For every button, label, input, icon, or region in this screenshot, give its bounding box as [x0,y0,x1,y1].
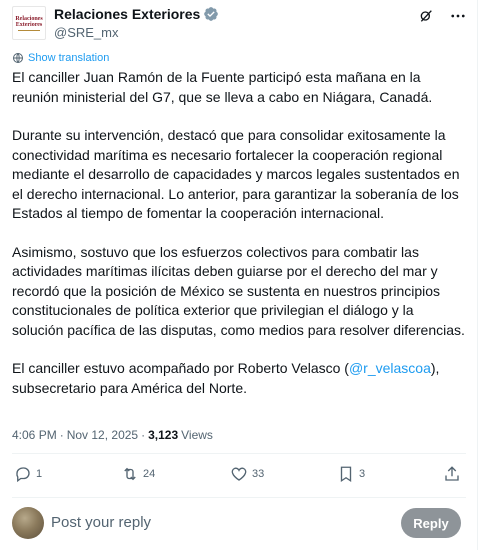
tweet-meta: 4:06 PM · Nov 12, 2025 · 3,123 Views [12,428,213,442]
heart-icon [231,467,247,481]
display-name[interactable]: Relaciones Exteriores [54,6,200,22]
author-info: Relaciones Exteriores @SRE_mx [54,4,219,42]
reply-button[interactable]: Reply [401,508,461,538]
tweet-paragraph-4: El canciller estuvo acompañado por Rober… [12,359,468,398]
bookmark-icon [340,466,352,483]
divider [12,497,466,498]
post-date[interactable]: Nov 12, 2025 [67,428,138,442]
account-logo[interactable]: Relaciones Exteriores [12,6,46,40]
views-label: Views [181,428,213,442]
bookmark-action[interactable]: 3 [337,465,365,483]
reply-count: 1 [36,468,43,480]
share-icon [445,466,459,481]
bookmark-count: 3 [359,468,366,480]
repost-action[interactable]: 24 [121,465,155,483]
user-avatar[interactable] [12,507,44,539]
paragraph-4-start: El canciller estuvo acompañado por Rober… [12,360,349,376]
header-actions [416,6,468,26]
logo-rule [18,29,40,31]
divider [12,453,466,454]
post-time[interactable]: 4:06 PM [12,428,57,442]
mention-link[interactable]: @r_velascoa [349,360,431,376]
share-action[interactable] [443,465,461,483]
tweet-paragraph-2: Durante su intervención, destacó que par… [12,127,460,221]
views-count: 3,123 [148,428,179,442]
tweet-paragraph-3: Asimismo, sostuvo que los esfuerzos cole… [12,243,465,338]
action-bar: 1 24 33 3 [12,462,466,490]
like-action[interactable]: 33 [230,465,264,483]
reply-composer: Post your reply Reply [12,506,466,540]
tweet-detail: Relaciones Exteriores Relaciones Exterio… [0,0,478,550]
show-translation-link[interactable]: Show translation [12,51,109,65]
show-translation-label: Show translation [28,52,110,64]
verified-badge-icon[interactable] [203,6,219,22]
like-count: 33 [252,468,265,480]
repost-icon [124,467,136,481]
repost-count: 24 [143,468,156,480]
meta-separator: · [59,428,64,442]
account-handle[interactable]: @SRE_mx [54,24,219,42]
reply-action[interactable]: 1 [14,465,42,483]
logo-line-2: Exteriores [15,21,43,28]
reply-input[interactable]: Post your reply [51,514,151,531]
meta-separator-2: · [141,428,146,442]
tweet-text: El canciller Juan Ramón de la Fuente par… [12,68,468,417]
grok-icon[interactable] [416,6,436,26]
translate-icon [13,53,23,63]
reply-icon [16,467,30,483]
more-icon[interactable] [448,6,468,26]
tweet-paragraph-1: El canciller Juan Ramón de la Fuente par… [12,69,433,105]
tweet-header: Relaciones Exteriores Relaciones Exterio… [12,4,468,46]
